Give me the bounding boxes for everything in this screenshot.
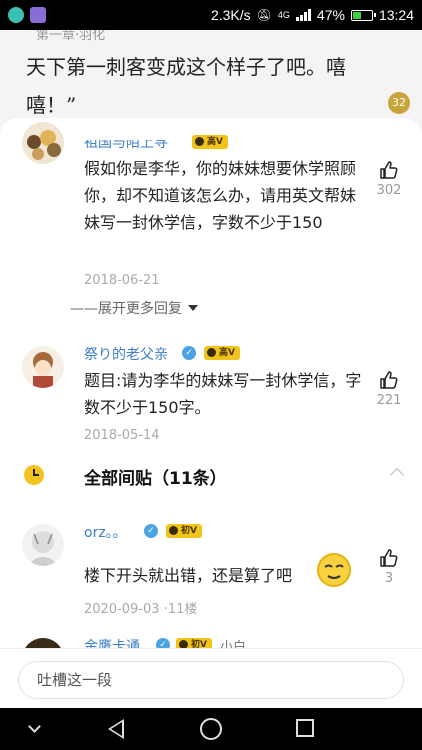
all-posts-header[interactable]: 全部间贴（11条）: [0, 460, 422, 490]
avatar[interactable]: [22, 524, 64, 566]
post-date: 2020-09-03 ·11楼: [84, 602, 198, 617]
verified-icon: ✓: [182, 346, 196, 360]
comment-input-bar: 吐槽这一段: [0, 648, 422, 708]
comment-date: 2018-05-14: [84, 428, 160, 443]
username[interactable]: 祖国与陌上寻: [84, 140, 168, 152]
network-speed: 2.3K/s: [210, 7, 251, 23]
avatar[interactable]: [22, 346, 64, 388]
thumbs-up-icon: [380, 371, 398, 389]
app-notification-icon: [30, 7, 46, 23]
hide-nav-icon[interactable]: [28, 720, 41, 733]
username[interactable]: orz。。: [84, 522, 127, 542]
level-badge: 初V: [166, 524, 202, 538]
verified-icon: ✓: [144, 524, 158, 538]
app-notification-icon: [8, 7, 24, 23]
paragraph-comment-count[interactable]: 32: [388, 92, 410, 114]
system-nav-bar: [0, 708, 422, 750]
like-count: 3: [384, 571, 394, 586]
signal-icon: [295, 9, 311, 21]
username[interactable]: 祭り的老父亲: [84, 344, 168, 364]
clock: 13:24: [378, 7, 414, 23]
back-icon[interactable]: [108, 719, 124, 739]
comment-text: 假如你是李华，你的妹妹想要休学照顾你，却不知道该怎么办，请用英文帮妹妹写一封休学…: [84, 159, 357, 232]
mute-icon: 🔕︎: [256, 8, 272, 22]
like-button[interactable]: 221: [374, 370, 404, 408]
expand-replies-button[interactable]: ——展开更多回复: [70, 298, 198, 318]
level-badge: 高V: [192, 135, 228, 149]
level-badge: 高V: [204, 346, 240, 360]
comment-sheet: 祖国与陌上寻 高V 假如你是李华，你的妹妹想要休学照顾你，却不知道该怎么办，请用…: [0, 118, 422, 708]
like-button[interactable]: 302: [374, 160, 404, 198]
post-item: orz。。 ✓ 初V 楼下开头就出错，还是算了吧 2020-09-03 ·11楼…: [0, 518, 422, 628]
comment-date: 2018-06-21: [84, 273, 160, 288]
battery-icon: [350, 9, 376, 21]
emoji-sticker: [316, 552, 352, 592]
thumbs-up-icon: [380, 161, 398, 179]
chevron-up-icon[interactable]: [389, 467, 405, 483]
avatar[interactable]: [22, 122, 64, 164]
network-type: 4G: [277, 10, 290, 20]
comment-text: 题目:请为李华的妹妹写一封休学信，字数不少于150字。: [84, 371, 362, 417]
chapter-title: 第一章·羽化: [36, 30, 106, 43]
post-text: 楼下开头就出错，还是算了吧: [84, 566, 293, 585]
home-icon[interactable]: [200, 718, 222, 740]
expand-label: ——展开更多回复: [70, 301, 182, 317]
comment-item: 祖国与陌上寻 高V 假如你是李华，你的妹妹想要休学照顾你，却不知道该怎么办，请用…: [0, 118, 422, 318]
recent-apps-icon[interactable]: [296, 719, 314, 737]
like-count: 221: [376, 393, 402, 408]
comment-item: 祭り的老父亲 ✓ 高V 题目:请为李华的妹妹写一封休学信，字数不少于150字。 …: [0, 340, 422, 450]
like-count: 302: [376, 183, 402, 198]
clock-icon: [24, 465, 44, 485]
thumbs-up-icon: [380, 549, 398, 567]
battery-percent: 47%: [316, 7, 345, 23]
comment-input[interactable]: 吐槽这一段: [18, 661, 404, 699]
section-title: 全部间贴（11条）: [84, 469, 227, 489]
status-bar: 2.3K/s 🔕︎ 4G 47% 13:24: [0, 0, 422, 30]
caret-down-icon: [188, 305, 198, 311]
like-button[interactable]: 3: [374, 548, 404, 586]
article-text: 天下第一刺客变成这个样子了吧。嘻嘻！”: [26, 55, 346, 117]
